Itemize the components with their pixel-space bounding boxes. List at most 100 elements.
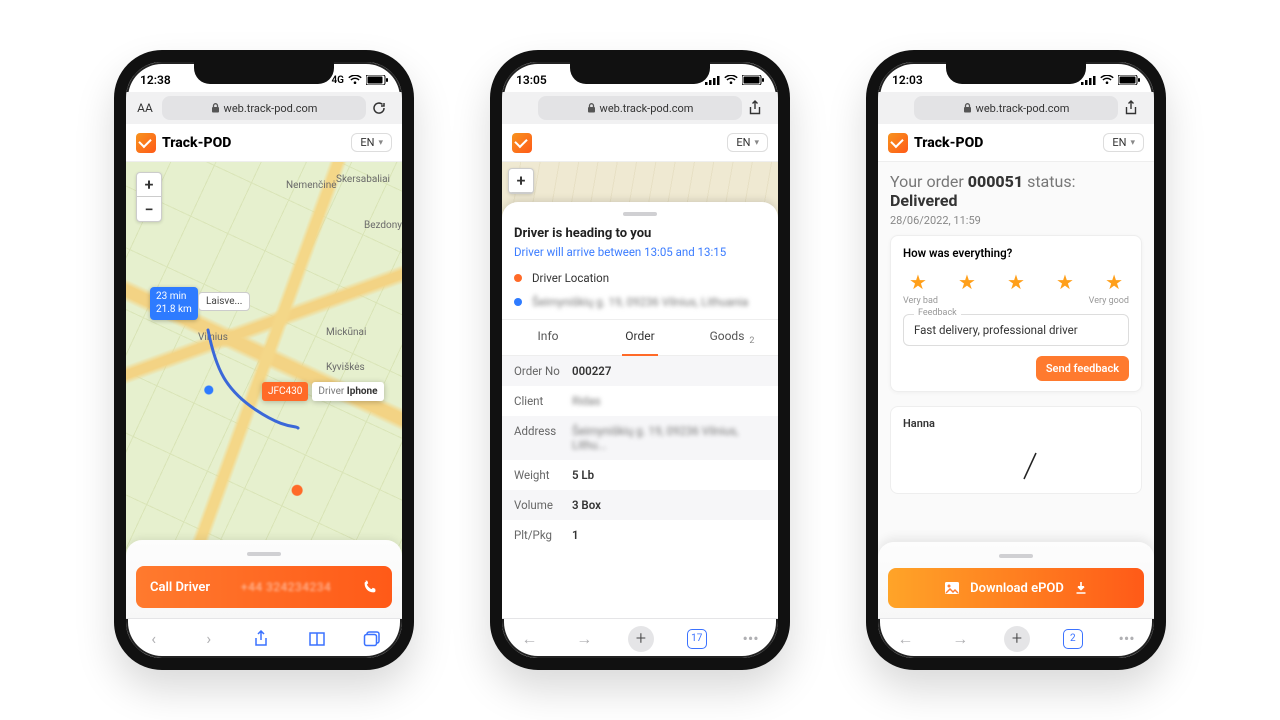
url-field[interactable]: web.track-pod.com: [538, 96, 742, 120]
new-tab-button[interactable]: +: [1004, 626, 1030, 652]
share-icon[interactable]: [253, 630, 275, 648]
map-zoom-control[interactable]: +: [508, 168, 534, 194]
phone-notch: [194, 60, 334, 84]
delivery-timestamp: 28/06/2022, 11:59: [890, 214, 1142, 227]
safari-address-bar: web.track-pod.com: [502, 92, 778, 124]
table-row: Plt/Pkg1: [502, 520, 778, 550]
back-icon[interactable]: ‹: [143, 629, 165, 648]
more-icon[interactable]: •••: [740, 629, 762, 648]
brand-logo: [512, 133, 532, 153]
feedback-field[interactable]: Feedback Fast delivery, professional dri…: [903, 314, 1129, 346]
rating-stars[interactable]: ★ ★ ★ ★ ★: [903, 266, 1129, 296]
driver-phone-number: +44 324234234: [241, 580, 331, 594]
brand-logo: Track-POD: [136, 133, 231, 153]
map-city-label: Nemenčinė: [286, 180, 337, 191]
status-time: 12:03: [892, 73, 923, 87]
logo-icon: [136, 133, 156, 153]
bottom-sheet[interactable]: Call Driver +44 324234234: [126, 540, 402, 618]
network-label: 4G: [331, 75, 344, 86]
legend-destination-label: Šeimyniškių g. 19, 09236 Vilnius, Lithua…: [532, 295, 748, 309]
tab-info[interactable]: Info: [502, 320, 594, 355]
more-icon[interactable]: •••: [1116, 629, 1138, 648]
send-feedback-button[interactable]: Send feedback: [1036, 356, 1129, 381]
phone-mockup-delivered: 12:03 web.track-pod.com Track-POD EN You…: [866, 50, 1166, 670]
driver-marker[interactable]: JFC430 Driver Iphone: [262, 382, 384, 401]
eta-tooltip: 23 min 21.8 km: [150, 287, 198, 320]
lock-icon: [211, 103, 220, 113]
star-icon[interactable]: ★: [958, 270, 976, 294]
table-row: Order No000227: [502, 356, 778, 386]
star-icon[interactable]: ★: [1007, 270, 1025, 294]
back-icon[interactable]: ←: [518, 629, 540, 649]
map-zoom-control[interactable]: + −: [136, 172, 162, 222]
legend-destination: Šeimyniškių g. 19, 09236 Vilnius, Lithua…: [514, 295, 766, 309]
download-epod-button[interactable]: Download ePOD: [888, 568, 1144, 608]
forward-icon[interactable]: →: [949, 629, 971, 649]
url-text: web.track-pod.com: [976, 102, 1070, 115]
legend-driver-label: Driver Location: [532, 271, 609, 285]
reload-icon[interactable]: [372, 101, 394, 115]
status-time: 13:05: [516, 73, 547, 87]
dot-destination-icon: [514, 298, 522, 306]
zoom-in-button[interactable]: +: [509, 169, 533, 193]
bookmarks-icon[interactable]: [308, 631, 330, 647]
status-icons: [1081, 75, 1140, 85]
legend-driver: Driver Location: [514, 271, 766, 285]
tab-order[interactable]: Order: [594, 320, 686, 355]
image-icon: [944, 581, 960, 595]
phone-mockup-order-sheet: 13:05 web.track-pod.com EN +: [490, 50, 790, 670]
lock-icon: [963, 103, 972, 113]
signature-card: Hanna: [890, 406, 1142, 494]
zoom-in-button[interactable]: +: [137, 173, 161, 197]
wifi-icon: [1100, 75, 1114, 85]
lock-icon: [587, 103, 596, 113]
language-selector[interactable]: EN: [351, 133, 392, 152]
status-icons: 4G: [331, 75, 388, 86]
language-selector[interactable]: EN: [1103, 133, 1144, 152]
drag-handle-icon[interactable]: [623, 212, 657, 216]
status-icons: [705, 75, 764, 85]
drag-handle-icon[interactable]: [247, 552, 281, 556]
dot-driver-icon: [514, 274, 522, 282]
star-icon[interactable]: ★: [1056, 270, 1074, 294]
url-text: web.track-pod.com: [224, 102, 318, 115]
call-driver-button[interactable]: Call Driver +44 324234234: [136, 566, 392, 608]
text-size-control[interactable]: AA: [134, 101, 156, 115]
logo-icon: [512, 133, 532, 153]
forward-icon[interactable]: ›: [198, 629, 220, 648]
safari-toolbar: ← → + 17 •••: [502, 618, 778, 658]
new-tab-button[interactable]: +: [628, 626, 654, 652]
tabs-icon[interactable]: [363, 631, 385, 647]
url-field[interactable]: web.track-pod.com: [914, 96, 1118, 120]
url-field[interactable]: web.track-pod.com: [162, 96, 366, 120]
zoom-out-button[interactable]: −: [137, 197, 161, 221]
tabs-count[interactable]: 2: [1063, 629, 1083, 649]
share-icon[interactable]: [1124, 100, 1146, 116]
eta-distance: 21.8 km: [156, 304, 192, 317]
tabs-count[interactable]: 17: [687, 629, 707, 649]
back-icon[interactable]: ←: [894, 629, 916, 649]
phone-icon: [362, 579, 378, 595]
battery-icon: [1118, 75, 1140, 85]
star-icon[interactable]: ★: [1105, 270, 1123, 294]
destination-label: Laisve...: [198, 292, 250, 311]
tab-goods[interactable]: Goods 2: [686, 320, 778, 355]
map-city-label: Kyviškės: [326, 362, 365, 373]
order-details-table: Order No000227 ClientRidas AddressŠeimyn…: [502, 356, 778, 550]
status-time: 12:38: [140, 73, 171, 87]
map-city-label: Vilnius: [198, 332, 228, 343]
table-row: Weight5 Lb: [502, 460, 778, 490]
brand-name: Track-POD: [914, 135, 983, 151]
language-selector[interactable]: EN: [727, 133, 768, 152]
order-bottom-sheet[interactable]: Driver is heading to you Driver will arr…: [502, 202, 778, 618]
tracking-map-view[interactable]: Vilnius Nemenčinė Mickūnai Kyviškės Sker…: [126, 162, 402, 618]
table-row: Volume3 Box: [502, 490, 778, 520]
forward-icon[interactable]: →: [573, 629, 595, 649]
signer-name: Hanna: [903, 417, 1129, 430]
url-text: web.track-pod.com: [600, 102, 694, 115]
star-icon[interactable]: ★: [909, 270, 927, 294]
share-icon[interactable]: [748, 100, 770, 116]
delivered-view: Your order 000051 status: Delivered 28/0…: [878, 162, 1154, 618]
driver-status-heading: Driver is heading to you: [514, 226, 766, 241]
drag-handle-icon[interactable]: [999, 554, 1033, 558]
